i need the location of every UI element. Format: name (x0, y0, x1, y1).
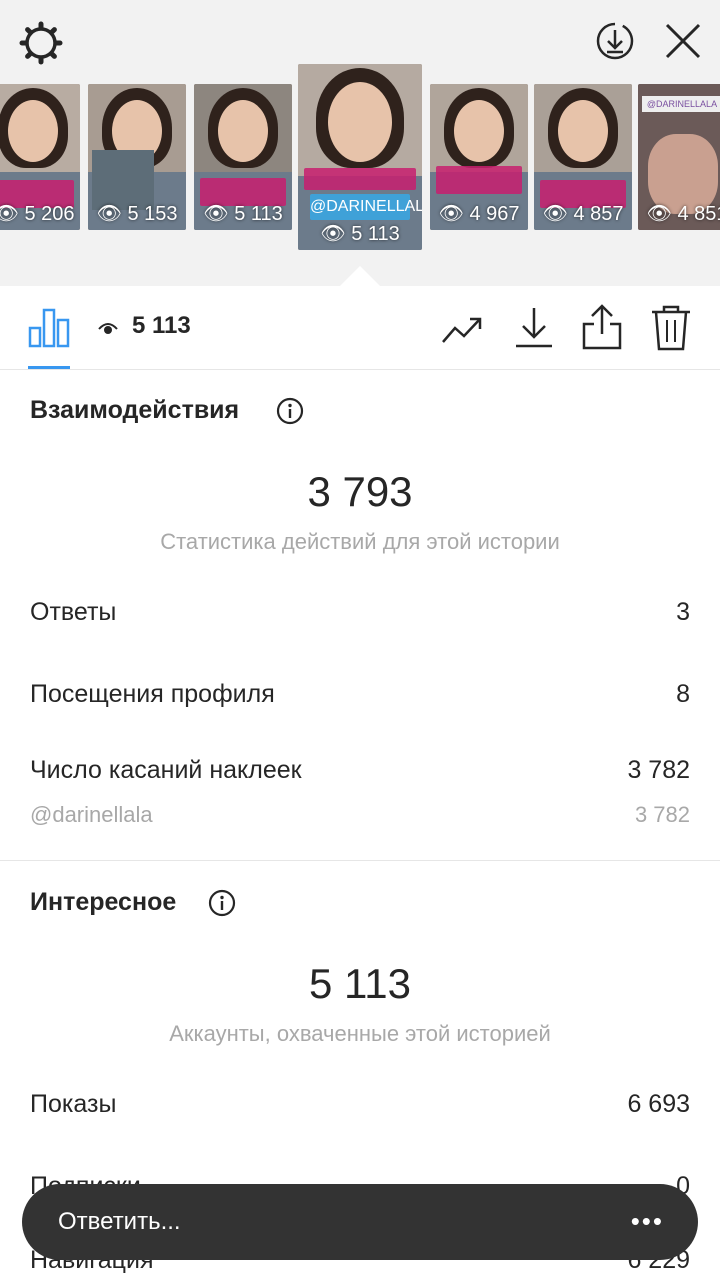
thumbnail-views: 👁 4 851 (646, 203, 720, 225)
sticker-mention-value: 3 782 (634, 802, 690, 827)
selection-pointer (340, 266, 380, 286)
section-title: Интересное (30, 888, 177, 916)
active-tab-indicator (28, 366, 70, 369)
reply-bar[interactable]: Ответить... ••• (22, 1184, 698, 1260)
section-title: Взаимодействия (30, 396, 240, 424)
trash-icon[interactable] (650, 304, 692, 352)
section-divider (0, 860, 720, 861)
story-thumbnail[interactable]: 👁 4 967 (430, 84, 528, 230)
thumbnail-views: 👁 4 967 (438, 203, 520, 225)
story-thumbnail[interactable]: @DARINELLALA 👁 4 851 (638, 84, 720, 230)
mention-sticker: @DARINELLALA (642, 96, 720, 112)
stat-value: 8 (676, 680, 690, 708)
interactions-subtitle: Статистика действий для этой истории (160, 529, 560, 554)
story-thumbnail-selected[interactable]: @DARINELLALA 👁 5 113 (298, 64, 422, 250)
thumbnail-views: 👁 5 113 (320, 223, 400, 245)
stat-label: Показы (30, 1090, 117, 1118)
bar-chart-icon[interactable] (28, 306, 70, 348)
mention-sticker: @DARINELLALA (310, 194, 422, 220)
story-thumbnail[interactable]: 👁 5 153 (88, 84, 186, 230)
info-icon[interactable] (208, 889, 236, 917)
stat-value: 3 782 (627, 756, 690, 784)
thumbnail-views: 👁 4 857 (542, 203, 624, 225)
reach-total: 5 113 (309, 960, 411, 1007)
stat-label: Ответы (30, 598, 117, 626)
more-icon[interactable]: ••• (631, 1206, 664, 1237)
reply-input[interactable]: Ответить... (58, 1208, 181, 1236)
share-icon[interactable] (580, 302, 624, 352)
story-thumbnail[interactable]: 👁 5 206 (0, 84, 80, 230)
trend-icon[interactable] (440, 308, 484, 352)
story-thumbnail[interactable]: 👁 5 113 (194, 84, 292, 230)
close-icon[interactable] (660, 18, 706, 64)
stat-label: Число касаний наклеек (30, 756, 302, 784)
thumbnail-views: 👁 5 206 (0, 203, 75, 225)
eye-icon (98, 323, 118, 334)
download-icon[interactable] (512, 304, 556, 352)
reach-subtitle: Аккаунты, охваченные этой историей (169, 1021, 551, 1046)
story-carousel: 👁 5 206 👁 5 153 👁 5 113 @DARINELLA 👁 5 1… (0, 0, 720, 286)
stat-value: 3 (676, 598, 690, 626)
stat-value: 6 693 (627, 1090, 690, 1118)
stat-label: Посещения профиля (30, 680, 275, 708)
info-icon[interactable] (276, 397, 304, 425)
story-thumbnail[interactable]: 👁 4 857 (534, 84, 632, 230)
views-count: 5 113 (132, 312, 191, 339)
stats-toolbar: 5 113 (0, 286, 720, 370)
thumbnail-views: 👁 5 153 (96, 203, 178, 225)
thumbnail-views: 👁 5 113 (203, 203, 283, 225)
story-thumbnails: 👁 5 206 👁 5 153 👁 5 113 @DARINELLA 👁 5 1… (0, 60, 720, 260)
interactions-total: 3 793 (307, 468, 413, 515)
sticker-mention-label: @darinellala (30, 802, 153, 827)
download-circle-icon[interactable] (592, 18, 638, 64)
